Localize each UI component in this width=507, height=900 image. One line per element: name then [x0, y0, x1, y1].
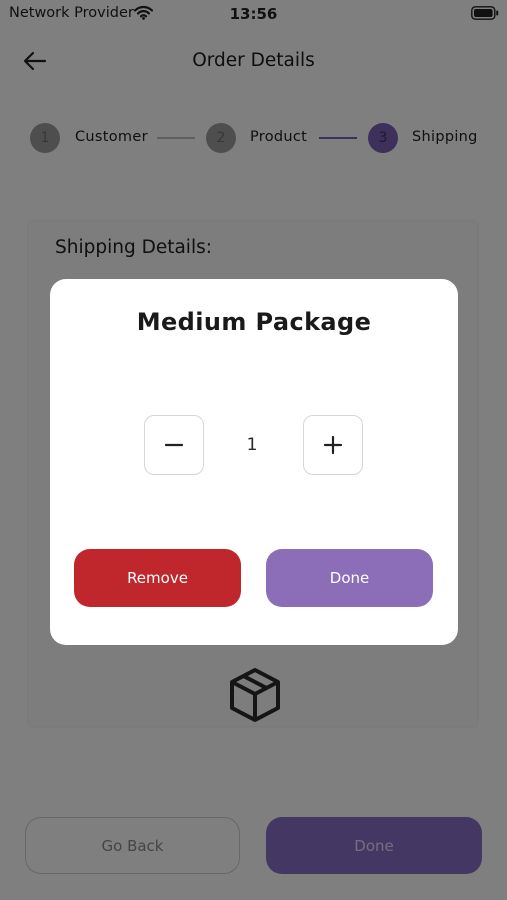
package-quantity-modal: Medium Package 1 Remove Done — [50, 279, 458, 645]
remove-button[interactable]: Remove — [74, 549, 241, 607]
increment-button[interactable] — [303, 415, 363, 475]
plus-icon — [323, 435, 343, 455]
minus-icon — [164, 443, 184, 447]
modal-done-button[interactable]: Done — [266, 549, 433, 607]
quantity-value: 1 — [246, 435, 258, 455]
modal-title: Medium Package — [136, 308, 372, 336]
decrement-button[interactable] — [144, 415, 204, 475]
